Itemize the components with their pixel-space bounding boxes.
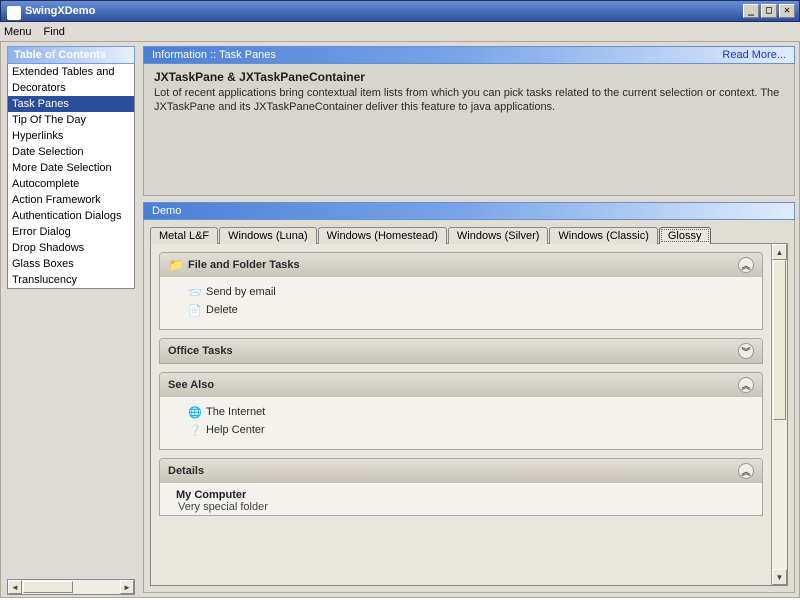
tab[interactable]: Windows (Luna): [219, 227, 316, 244]
toc-item[interactable]: Autocomplete: [8, 176, 134, 192]
taskpane-title: See Also: [168, 379, 738, 391]
taskpane-title: Office Tasks: [168, 345, 738, 357]
info-panel-header: Information :: Task Panes Read More...: [143, 46, 795, 64]
demo-panel-header: Demo: [143, 202, 795, 220]
taskpane: See Also︽ 🌐 The Internet ❔ Help Center: [159, 372, 763, 450]
toc-item[interactable]: Hyperlinks: [8, 128, 134, 144]
demo-panel-title: Demo: [152, 205, 786, 217]
close-button[interactable]: ✕: [779, 4, 795, 18]
details-heading: My Computer: [176, 489, 750, 501]
folder-icon: 📁: [168, 257, 184, 273]
details-sub: Very special folder: [176, 501, 750, 513]
chevron-up-icon[interactable]: ︽: [738, 463, 754, 479]
scroll-thumb[interactable]: [23, 581, 73, 593]
toc-item[interactable]: More Date Selection: [8, 160, 134, 176]
scroll-left-icon[interactable]: ◄: [8, 580, 22, 594]
mail-icon: 📨: [188, 285, 202, 299]
tab[interactable]: Windows (Silver): [448, 227, 549, 244]
main-area: Information :: Task Panes Read More... J…: [137, 42, 799, 597]
demo-panel: Demo Metal L&FWindows (Luna)Windows (Hom…: [143, 202, 795, 593]
info-panel: Information :: Task Panes Read More... J…: [143, 46, 795, 196]
taskpane-header[interactable]: Details︽: [160, 459, 762, 483]
taskpane-link-label: Delete: [206, 304, 238, 316]
toc-item[interactable]: Tip Of The Day: [8, 112, 134, 128]
scroll-right-icon[interactable]: ►: [120, 580, 134, 594]
toc-item[interactable]: Authentication Dialogs: [8, 208, 134, 224]
info-heading: JXTaskPane & JXTaskPaneContainer: [154, 70, 784, 84]
scroll-up-icon[interactable]: ▲: [772, 244, 787, 260]
taskpane-body: 🌐 The Internet ❔ Help Center: [160, 397, 762, 449]
taskpane: Office Tasks︾: [159, 338, 763, 364]
taskpane-link[interactable]: 📨 Send by email: [188, 283, 752, 301]
toc-item[interactable]: Task Panes: [8, 96, 134, 112]
taskpane-title: File and Folder Tasks: [188, 259, 738, 271]
tab[interactable]: Glossy: [659, 227, 711, 244]
taskpane: 📁 File and Folder Tasks︽ 📨 Send by email 📄 De…: [159, 252, 763, 330]
tab-bar: Metal L&FWindows (Luna)Windows (Homestea…: [144, 220, 794, 243]
scroll-track[interactable]: [22, 580, 120, 594]
toc-item[interactable]: Extended Tables and: [8, 64, 134, 80]
window-title-text: SwingXDemo: [25, 5, 95, 17]
menu-item-find[interactable]: Find: [44, 26, 65, 38]
taskpane-details: My ComputerVery special folder: [160, 483, 762, 515]
delete-icon: 📄: [188, 303, 202, 317]
taskpane-header[interactable]: 📁 File and Folder Tasks︽: [160, 253, 762, 277]
java-icon: [7, 6, 21, 20]
vertical-scrollbar[interactable]: ▲ ▼: [771, 244, 787, 585]
taskpane-link[interactable]: ❔ Help Center: [188, 421, 752, 439]
toc-item[interactable]: Error Dialog: [8, 224, 134, 240]
sidebar-scrollbar[interactable]: ◄ ►: [7, 579, 135, 595]
toc-item[interactable]: Drop Shadows: [8, 240, 134, 256]
toc-item[interactable]: Action Framework: [8, 192, 134, 208]
taskpane-link-label: Send by email: [206, 286, 276, 298]
globe-icon: 🌐: [188, 405, 202, 419]
tab-content: 📁File and Folder Tasks︽📨Send by email📄De…: [150, 243, 788, 586]
taskpane-link-label: Help Center: [206, 424, 265, 436]
demo-panel-body: Metal L&FWindows (Luna)Windows (Homestea…: [143, 220, 795, 593]
read-more-link[interactable]: Read More...: [722, 49, 786, 61]
info-panel-title: Information :: Task Panes: [152, 49, 722, 61]
scroll-down-icon[interactable]: ▼: [772, 569, 787, 585]
maximize-button[interactable]: □: [761, 4, 777, 18]
toc-header: Table of Contents: [7, 46, 135, 64]
chevron-up-icon[interactable]: ︽: [738, 377, 754, 393]
menu-bar: Menu Find: [0, 22, 800, 42]
toc-list: Extended Tables andDecoratorsTask PanesT…: [7, 64, 135, 289]
toc-item[interactable]: Translucency: [8, 272, 134, 288]
toc-item[interactable]: Date Selection: [8, 144, 134, 160]
taskpane-header[interactable]: Office Tasks︾: [160, 339, 762, 363]
window-buttons: _ □ ✕: [743, 4, 795, 18]
tab[interactable]: Windows (Homestead): [318, 227, 447, 244]
taskpane: Details︽My ComputerVery special folder: [159, 458, 763, 516]
title-bar: SwingXDemo _ □ ✕: [0, 0, 800, 22]
minimize-button[interactable]: _: [743, 4, 759, 18]
vscroll-track[interactable]: [772, 260, 787, 569]
menu-item-menu[interactable]: Menu: [4, 26, 32, 38]
tab[interactable]: Metal L&F: [150, 227, 218, 244]
taskpane-header[interactable]: See Also︽: [160, 373, 762, 397]
window-title: SwingXDemo: [5, 5, 743, 17]
content-area: Table of Contents Extended Tables andDec…: [0, 42, 800, 598]
sidebar: Table of Contents Extended Tables andDec…: [1, 42, 137, 597]
taskpane-container: 📁File and Folder Tasks︽📨Send by email📄De…: [151, 244, 771, 585]
taskpane-link[interactable]: 📄 Delete: [188, 301, 752, 319]
info-panel-body: JXTaskPane & JXTaskPaneContainer Lot of …: [143, 64, 795, 196]
info-description: Lot of recent applications bring context…: [154, 86, 784, 115]
toc-item[interactable]: Glass Boxes: [8, 256, 134, 272]
toc-item[interactable]: Decorators: [8, 80, 134, 96]
taskpane-title: Details: [168, 465, 738, 477]
tab[interactable]: Windows (Classic): [549, 227, 657, 244]
taskpane-link[interactable]: 🌐 The Internet: [188, 403, 752, 421]
chevron-down-icon[interactable]: ︾: [738, 343, 754, 359]
taskpane-link-label: The Internet: [206, 406, 265, 418]
taskpane-body: 📨 Send by email 📄 Delete: [160, 277, 762, 329]
vscroll-thumb[interactable]: [773, 260, 786, 420]
chevron-up-icon[interactable]: ︽: [738, 257, 754, 273]
help-icon: ❔: [188, 423, 202, 437]
